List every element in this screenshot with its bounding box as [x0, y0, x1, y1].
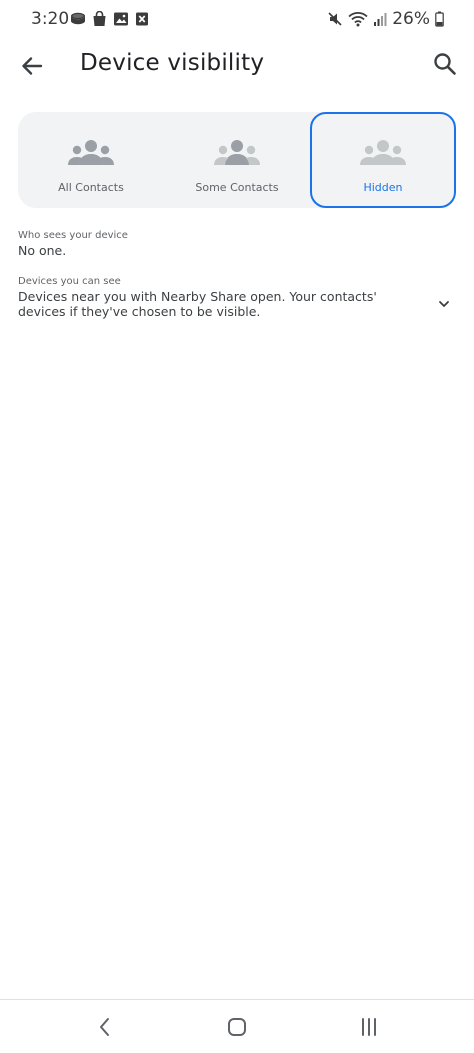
people-icon — [214, 140, 260, 165]
search-button[interactable] — [432, 51, 458, 77]
option-some-contacts[interactable]: Some Contacts — [164, 112, 310, 208]
option-label-all-contacts: All Contacts — [58, 181, 124, 194]
option-label-hidden: Hidden — [363, 181, 403, 194]
people-icon — [68, 140, 114, 165]
visibility-selector: All Contacts Some Contacts Hidden — [18, 112, 456, 208]
nav-recent-apps-button[interactable] — [357, 1015, 381, 1039]
battery-icon — [435, 11, 444, 27]
nav-home-icon — [228, 1018, 246, 1036]
chevron-down-icon — [439, 301, 449, 307]
status-bar: 3:20 26% — [0, 0, 474, 38]
mute-icon — [328, 12, 342, 26]
search-icon — [434, 53, 456, 75]
notification-icons — [70, 11, 149, 27]
devices-see-value: Devices near you with Nearby Share open.… — [18, 289, 377, 319]
navigation-bar — [0, 1000, 474, 1053]
nav-home-button[interactable] — [225, 1015, 249, 1039]
arrow-back-icon — [22, 57, 43, 75]
expand-button[interactable] — [436, 296, 452, 312]
wifi-icon — [348, 12, 368, 27]
hockey-puck-icon — [71, 12, 85, 25]
back-button[interactable] — [18, 52, 46, 80]
signal-icon — [374, 13, 387, 26]
nav-recent-apps-icon — [362, 1018, 376, 1036]
app-bar: Device visibility — [0, 38, 474, 92]
close-box-icon — [136, 12, 148, 26]
image-icon — [114, 12, 128, 26]
option-label-some-contacts: Some Contacts — [195, 181, 279, 194]
nav-back-icon — [100, 1018, 109, 1036]
devices-see-section[interactable]: Devices you can see Devices near you wit… — [18, 275, 428, 319]
status-time: 3:20 — [31, 9, 70, 29]
option-hidden[interactable]: Hidden — [310, 112, 456, 208]
page-title: Device visibility — [80, 50, 265, 76]
option-all-contacts[interactable]: All Contacts — [18, 112, 164, 208]
who-sees-value: No one. — [18, 243, 67, 258]
people-icon — [360, 140, 406, 165]
system-icons: 26% — [327, 9, 444, 29]
nav-back-button[interactable] — [93, 1015, 117, 1039]
who-sees-caption: Who sees your device — [18, 230, 128, 241]
shopping-bag-icon — [93, 11, 106, 26]
battery-percentage: 26% — [392, 9, 430, 29]
devices-see-caption: Devices you can see — [18, 276, 121, 287]
who-sees-section: Who sees your device No one. — [18, 229, 128, 258]
